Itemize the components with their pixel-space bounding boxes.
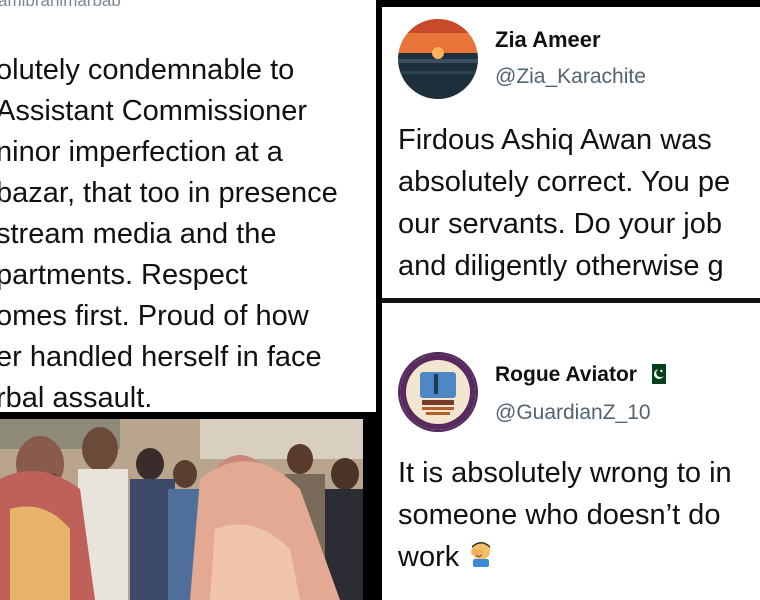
tweet-line: omes first. Proud of how	[0, 300, 309, 332]
tweet-line: Firdous Ashiq Awan was	[398, 124, 712, 156]
left-tweet-text: olutely condemnable to Assistant Commiss…	[0, 50, 338, 412]
tweet-handle-fragment[interactable]: amibrahimarbab	[0, 0, 121, 11]
tweet-card-zia: Zia Ameer @Zia_Karachite Firdous Ashiq A…	[382, 7, 760, 298]
tweet-line: Assistant Commissioner	[0, 95, 308, 127]
tweet-text: Firdous Ashiq Awan was absolutely correc…	[398, 119, 730, 287]
tweet-line: someone who doesn’t do	[398, 499, 721, 531]
tweet-line: It is absolutely wrong to in	[398, 457, 732, 489]
tweet-line: rbal assault.	[0, 382, 153, 412]
news-photo	[0, 419, 363, 600]
rogue-aviator-logo-icon	[400, 354, 476, 430]
user-handle[interactable]: @GuardianZ_10	[495, 401, 651, 425]
avatar[interactable]	[398, 352, 478, 432]
tweet-line: work	[398, 536, 732, 579]
display-name[interactable]: Rogue Aviator	[495, 363, 637, 387]
tweet-line: olutely condemnable to	[0, 54, 295, 86]
display-name[interactable]: Zia Ameer	[495, 27, 601, 53]
tweet-line: ninor imperfection at a	[0, 136, 283, 168]
user-handle[interactable]: @Zia_Karachite	[495, 65, 646, 89]
tweet-line: absolutely correct. You pe	[398, 166, 731, 198]
tweet-line: bazar, that too in presence	[0, 177, 338, 209]
tweet-line: and diligently otherwise g	[398, 250, 724, 282]
tweet-line-text: work	[398, 541, 460, 573]
left-tweet-card: amibrahimarbab olutely condemnable to As…	[0, 0, 376, 412]
tweet-text: It is absolutely wrong to in someone who…	[398, 452, 732, 579]
tweet-line: er handled herself in face	[0, 341, 322, 373]
avatar[interactable]	[398, 19, 478, 99]
facepalm-emoji-icon	[467, 537, 495, 579]
tweet-line: partments. Respect	[0, 259, 248, 291]
crowd-photo-image	[0, 419, 363, 600]
pakistan-flag-icon	[648, 364, 666, 384]
tweet-card-rogue: Rogue Aviator @GuardianZ_10 It is absolu…	[382, 303, 760, 600]
tweet-line: stream media and the	[0, 218, 277, 250]
sunset-sea-avatar-icon	[398, 19, 478, 99]
tweet-line: our servants. Do your job	[398, 208, 722, 240]
